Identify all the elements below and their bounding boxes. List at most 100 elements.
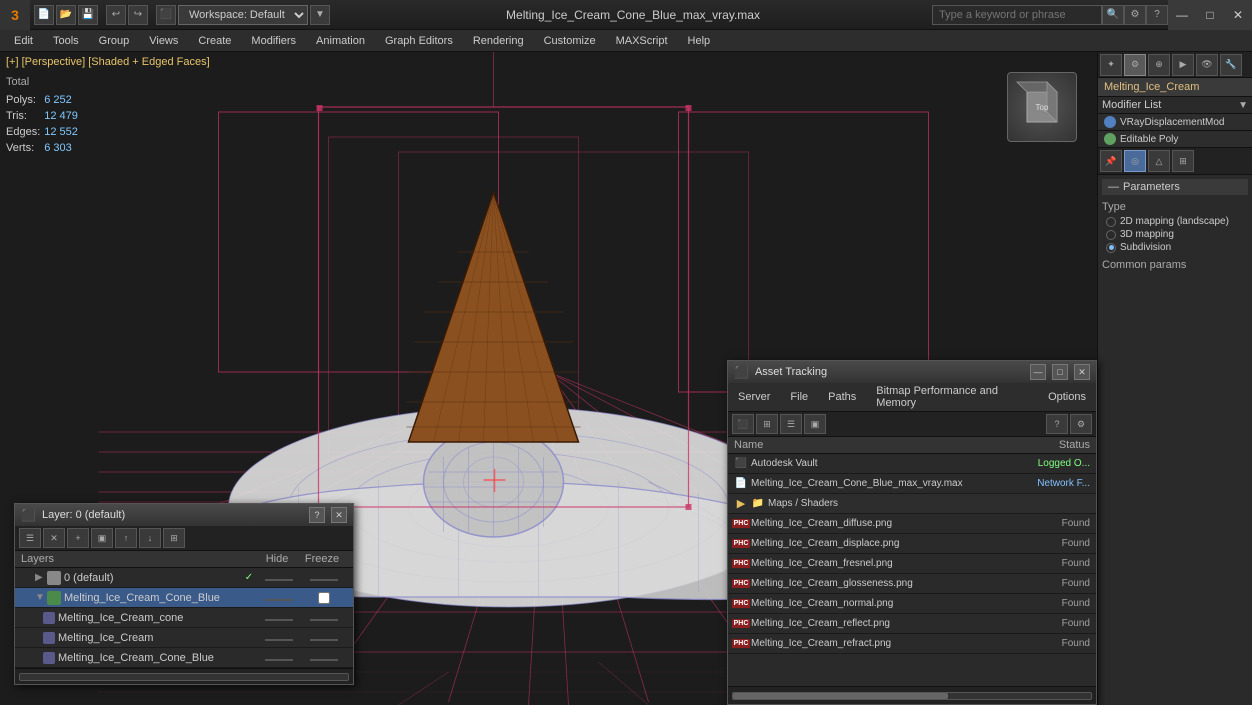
display-icon[interactable]: 👁 xyxy=(1196,54,1218,76)
radio-2d-mapping[interactable]: 2D mapping (landscape) xyxy=(1102,216,1248,227)
show-result-btn[interactable]: ◎ xyxy=(1124,150,1146,172)
layers-panel: ⬛ Layer: 0 (default) ? ✕ ☰ ✕ + ▣ ↑ ↓ ⊞ L… xyxy=(14,503,354,685)
layer-row[interactable]: Melting_Ice_Cream xyxy=(15,628,353,648)
menu-group[interactable]: Group xyxy=(89,33,140,49)
minimize-button[interactable]: — xyxy=(1168,0,1196,30)
layers-toolbar-add-btn[interactable]: + xyxy=(67,528,89,548)
asset-name: Melting_Ice_Cream_displace.png xyxy=(751,538,1010,549)
asset-row[interactable]: ⬛ Autodesk Vault Logged O... xyxy=(728,454,1096,474)
asset-titlebar[interactable]: ⬛ Asset Tracking — □ ✕ xyxy=(728,361,1096,383)
menu-modifiers[interactable]: Modifiers xyxy=(241,33,306,49)
asset-row[interactable]: PHC Melting_Ice_Cream_refract.png Found xyxy=(728,634,1096,654)
menu-views[interactable]: Views xyxy=(139,33,188,49)
layer-hide-btn[interactable] xyxy=(259,612,299,624)
search-icon[interactable]: 🔍 xyxy=(1102,5,1124,25)
hierarchy-icon[interactable]: ⊕ xyxy=(1148,54,1170,76)
asset-minimize-btn[interactable]: — xyxy=(1030,364,1046,380)
layers-titlebar[interactable]: ⬛ Layer: 0 (default) ? ✕ xyxy=(15,504,353,526)
at-btn-4[interactable]: ▣ xyxy=(804,414,826,434)
menu-create[interactable]: Create xyxy=(188,33,241,49)
menu-maxscript[interactable]: MAXScript xyxy=(606,33,678,49)
settings-icon[interactable]: ⚙ xyxy=(1124,5,1146,25)
asset-row[interactable]: PHC Melting_Ice_Cream_reflect.png Found xyxy=(728,614,1096,634)
asset-scrollbar[interactable] xyxy=(732,692,1092,700)
asset-row[interactable]: PHC Melting_Ice_Cream_displace.png Found xyxy=(728,534,1096,554)
layer-hide-btn[interactable] xyxy=(259,652,299,664)
asset-row[interactable]: PHC Melting_Ice_Cream_diffuse.png Found xyxy=(728,514,1096,534)
at-btn-3[interactable]: ☰ xyxy=(780,414,802,434)
layer-hide-btn[interactable] xyxy=(259,592,299,604)
workspace-selector[interactable]: Workspace: Default xyxy=(178,5,308,25)
layer-hide-btn[interactable] xyxy=(259,632,299,644)
open-icon[interactable]: 📂 xyxy=(56,5,76,25)
navigation-cube[interactable]: Top xyxy=(1007,72,1077,142)
layer-row[interactable]: Melting_Ice_Cream_cone xyxy=(15,608,353,628)
utilities-icon[interactable]: 🔧 xyxy=(1220,54,1242,76)
asset-menu-bitmap[interactable]: Bitmap Performance and Memory xyxy=(866,383,1038,411)
asset-menu-options[interactable]: Options xyxy=(1038,389,1096,405)
layers-toolbar-list-btn[interactable]: ☰ xyxy=(19,528,41,548)
menu-animation[interactable]: Animation xyxy=(306,33,375,49)
menu-edit[interactable]: Edit xyxy=(4,33,43,49)
radio-3d-mapping[interactable]: 3D mapping xyxy=(1102,229,1248,240)
menu-help[interactable]: Help xyxy=(678,33,721,49)
save-icon[interactable]: 💾 xyxy=(78,5,98,25)
show-end-result-btn[interactable]: △ xyxy=(1148,150,1170,172)
layers-toolbar-delete-btn[interactable]: ✕ xyxy=(43,528,65,548)
layers-toolbar-select-btn[interactable]: ▣ xyxy=(91,528,113,548)
at-btn-settings[interactable]: ⚙ xyxy=(1070,414,1092,434)
menu-tools[interactable]: Tools xyxy=(43,33,89,49)
modifier-item-vray[interactable]: VRayDisplacementMod xyxy=(1098,114,1252,131)
modify-icon[interactable]: ⚙ xyxy=(1124,54,1146,76)
search-input[interactable] xyxy=(932,5,1102,25)
new-file-icon[interactable]: 📄 xyxy=(34,5,54,25)
asset-row[interactable]: PHC Melting_Ice_Cream_glosseness.png Fou… xyxy=(728,574,1096,594)
layers-question-btn[interactable]: ? xyxy=(309,507,325,523)
layer-row[interactable]: ▼ Melting_Ice_Cream_Cone_Blue xyxy=(15,588,353,608)
asset-scrollbar-thumb[interactable] xyxy=(733,693,948,699)
layer-row[interactable]: ▶ 0 (default) ✓ xyxy=(15,568,353,588)
menu-graph-editors[interactable]: Graph Editors xyxy=(375,33,463,49)
layers-scrollbar[interactable] xyxy=(19,673,349,681)
cube-icon[interactable]: ⬛ xyxy=(156,5,176,25)
layer-freeze-btn[interactable] xyxy=(299,652,349,664)
asset-menu-server[interactable]: Server xyxy=(728,389,780,405)
at-btn-2[interactable]: ⊞ xyxy=(756,414,778,434)
asset-row[interactable]: 📄 Melting_Ice_Cream_Cone_Blue_max_vray.m… xyxy=(728,474,1096,494)
layers-toolbar-expand-btn[interactable]: ⊞ xyxy=(163,528,185,548)
motion-icon[interactable]: ▶ xyxy=(1172,54,1194,76)
asset-row[interactable]: ▶ 📁 Maps / Shaders xyxy=(728,494,1096,514)
menu-rendering[interactable]: Rendering xyxy=(463,33,534,49)
layers-close-btn[interactable]: ✕ xyxy=(331,507,347,523)
create-icon[interactable]: ✦ xyxy=(1100,54,1122,76)
layer-freeze-btn[interactable] xyxy=(299,632,349,644)
maximize-button[interactable]: □ xyxy=(1196,0,1224,30)
radio-subdivision[interactable]: Subdivision xyxy=(1102,242,1248,253)
layer-freeze-btn[interactable] xyxy=(299,612,349,624)
asset-row[interactable]: PHC Melting_Ice_Cream_normal.png Found xyxy=(728,594,1096,614)
freeze-checkbox[interactable] xyxy=(318,592,330,604)
undo-icon[interactable]: ↩ xyxy=(106,5,126,25)
close-button[interactable]: ✕ xyxy=(1224,0,1252,30)
layer-freeze-btn[interactable] xyxy=(299,572,349,584)
at-btn-help[interactable]: ? xyxy=(1046,414,1068,434)
asset-menu-file[interactable]: File xyxy=(780,389,818,405)
help-icon[interactable]: ? xyxy=(1146,5,1168,25)
modifier-list-bar[interactable]: Modifier List ▼ xyxy=(1098,97,1252,114)
show-modifier-btn[interactable]: ⊞ xyxy=(1172,150,1194,172)
workspace-arrow[interactable]: ▼ xyxy=(310,5,330,25)
redo-icon[interactable]: ↪ xyxy=(128,5,148,25)
asset-maximize-btn[interactable]: □ xyxy=(1052,364,1068,380)
modifier-item-editable-poly[interactable]: Editable Poly xyxy=(1098,131,1252,148)
pin-stack-btn[interactable]: 📌 xyxy=(1100,150,1122,172)
layer-hide-btn[interactable] xyxy=(259,572,299,584)
layers-toolbar-moveup-btn[interactable]: ↑ xyxy=(115,528,137,548)
asset-menu-paths[interactable]: Paths xyxy=(818,389,866,405)
menu-customize[interactable]: Customize xyxy=(534,33,606,49)
asset-close-btn[interactable]: ✕ xyxy=(1074,364,1090,380)
layer-row[interactable]: Melting_Ice_Cream_Cone_Blue xyxy=(15,648,353,668)
layers-toolbar-movedown-btn[interactable]: ↓ xyxy=(139,528,161,548)
asset-row[interactable]: PHC Melting_Ice_Cream_fresnel.png Found xyxy=(728,554,1096,574)
at-btn-1[interactable]: ⬛ xyxy=(732,414,754,434)
layer-freeze-btn[interactable] xyxy=(299,592,349,604)
